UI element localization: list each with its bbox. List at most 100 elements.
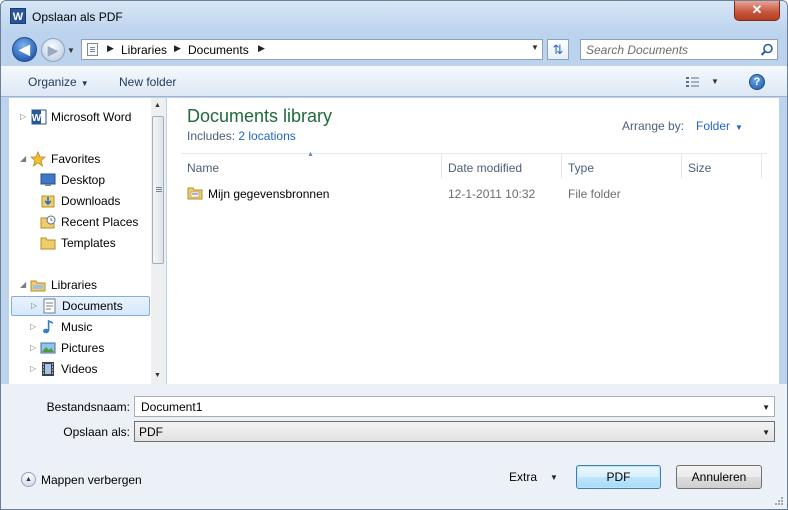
arrange-by-dropdown[interactable]: Folder ▼ <box>696 119 743 133</box>
scroll-grip <box>156 187 162 188</box>
nav-item-label: Downloads <box>61 194 121 208</box>
svg-text:W: W <box>32 113 42 124</box>
column-header-date-modified[interactable]: Date modified <box>448 161 522 175</box>
cancel-button[interactable]: Annuleren <box>676 465 762 489</box>
column-header-size[interactable]: Size <box>688 161 711 175</box>
address-bar[interactable]: ▶ Libraries ▶ Documents ▶ <box>81 39 543 60</box>
includes-label: Includes: <box>187 129 236 143</box>
column-divider[interactable] <box>441 154 442 178</box>
nav-item-downloads[interactable]: Downloads <box>9 191 151 211</box>
organize-button[interactable]: Organize ▼ <box>28 75 89 89</box>
sort-ascending-icon: ▲ <box>307 151 314 158</box>
word-app-icon[interactable]: W <box>10 8 26 24</box>
pictures-icon <box>40 342 56 354</box>
desktop-icon <box>40 173 56 186</box>
nav-pane-scrollbar[interactable]: ▲ ▼ <box>151 98 166 384</box>
save-type-value: PDF <box>139 425 163 439</box>
file-list-pane: Documents library Includes: 2 locations … <box>167 98 779 384</box>
close-button[interactable]: ✕ <box>734 1 780 21</box>
library-includes: Includes: 2 locations <box>187 129 296 143</box>
file-row[interactable]: Mijn gegevensbronnen 12-1-2011 10:32 Fil… <box>181 183 767 205</box>
nav-item-label: Templates <box>61 236 116 250</box>
chevron-down-icon[interactable]: ▼ <box>762 403 770 412</box>
chevron-right-icon[interactable]: ▶ <box>174 43 181 54</box>
folder-icon <box>40 237 56 250</box>
locations-link[interactable]: 2 locations <box>238 129 295 143</box>
chevron-right-icon[interactable]: ▶ <box>107 43 114 54</box>
hide-folders-label: Mappen verbergen <box>41 473 142 487</box>
command-bar: Organize ▼ New folder ▼ ? <box>1 65 787 97</box>
extra-tools-button[interactable]: Extra <box>509 470 537 484</box>
nav-item-label: Libraries <box>51 278 98 292</box>
nav-item-label: Music <box>61 320 93 334</box>
chevron-right-icon[interactable]: ▶ <box>258 43 265 54</box>
nav-item-label: Recent Places <box>61 215 139 229</box>
star-icon <box>30 151 46 167</box>
scroll-down-arrow-icon[interactable]: ▼ <box>154 372 161 379</box>
refresh-button[interactable]: ⇅ <box>547 39 569 60</box>
nav-item-videos[interactable]: ▷ Videos <box>9 359 151 379</box>
nav-item-desktop[interactable]: Desktop <box>9 170 151 190</box>
column-header-row: ▲ Name Date modified Type Size <box>181 151 767 179</box>
nav-item-templates[interactable]: Templates <box>9 233 151 253</box>
title-bar[interactable]: W Opslaan als PDF ✕ <box>1 1 787 33</box>
forward-button[interactable]: ▶ <box>41 38 65 62</box>
window-title: Opslaan als PDF <box>32 10 123 24</box>
chevron-down-icon: ▼ <box>735 123 743 132</box>
help-icon[interactable]: ? <box>749 74 765 90</box>
resize-grip-icon[interactable] <box>774 496 784 506</box>
nav-item-label: Documents <box>62 299 123 313</box>
save-as-dialog: W Opslaan als PDF ✕ ◀ ▶ ▼ ▶ Libraries ▶ … <box>0 0 788 510</box>
nav-item-favorites[interactable]: ◢ Favorites <box>9 149 151 169</box>
column-divider[interactable] <box>681 154 682 178</box>
save-button[interactable]: PDF <box>576 465 661 489</box>
chevron-down-icon[interactable]: ▼ <box>550 473 558 482</box>
nav-item-documents[interactable]: ▷ Documents <box>11 296 150 316</box>
expand-arrow-icon[interactable]: ▷ <box>30 343 36 352</box>
file-date-modified: 12-1-2011 10:32 <box>448 187 536 201</box>
library-title: Documents library <box>187 106 333 126</box>
view-options-dropdown[interactable]: ▼ <box>711 77 719 86</box>
column-divider[interactable] <box>561 154 562 178</box>
expand-arrow-icon[interactable]: ▷ <box>20 112 26 121</box>
collapse-arrow-icon[interactable]: ◢ <box>20 154 26 163</box>
column-header-type[interactable]: Type <box>568 161 594 175</box>
new-folder-button[interactable]: New folder <box>119 75 176 89</box>
recent-pages-dropdown[interactable]: ▼ <box>67 46 75 55</box>
expand-arrow-icon[interactable]: ▷ <box>30 322 36 331</box>
downloads-icon <box>41 195 55 208</box>
nav-item-microsoft-word[interactable]: ▷ W Microsoft Word <box>9 107 151 127</box>
expand-arrow-icon[interactable]: ▷ <box>30 364 36 373</box>
address-history-dropdown[interactable]: ▼ <box>531 43 539 52</box>
address-row: ◀ ▶ ▼ ▶ Libraries ▶ Documents ▶ ▼ ⇅ Sear… <box>1 33 787 65</box>
filename-value: Document1 <box>141 400 203 414</box>
breadcrumb-documents[interactable]: Documents <box>188 43 249 57</box>
navigation-pane: ▷ W Microsoft Word ◢ Favorites Desktop D… <box>9 98 151 384</box>
search-input[interactable]: Search Documents <box>580 39 778 60</box>
documents-icon <box>43 298 56 314</box>
nav-item-label: Favorites <box>51 152 101 166</box>
column-header-name[interactable]: Name <box>187 161 219 175</box>
nav-item-recent-places[interactable]: Recent Places <box>9 212 151 232</box>
arrange-by-value: Folder <box>696 119 731 133</box>
nav-item-label: Videos <box>61 362 98 376</box>
nav-item-pictures[interactable]: ▷ Pictures <box>9 338 151 358</box>
search-icon[interactable] <box>760 43 774 57</box>
back-button[interactable]: ◀ <box>12 37 37 62</box>
change-view-icon[interactable] <box>685 75 701 89</box>
save-type-label: Opslaan als: <box>63 425 130 439</box>
filename-label: Bestandsnaam: <box>46 400 130 414</box>
file-name: Mijn gegevensbronnen <box>208 187 330 201</box>
column-divider[interactable] <box>761 154 762 178</box>
collapse-arrow-icon[interactable]: ◢ <box>20 280 26 289</box>
save-type-select[interactable]: PDF ▼ <box>134 421 775 442</box>
scroll-thumb[interactable] <box>152 116 164 264</box>
filename-field[interactable]: Document1 ▼ <box>134 396 775 417</box>
scroll-up-arrow-icon[interactable]: ▲ <box>154 102 161 109</box>
nav-item-libraries[interactable]: ◢ Libraries <box>9 275 151 295</box>
videos-icon <box>42 362 54 376</box>
nav-item-music[interactable]: ▷ Music <box>9 317 151 337</box>
chevron-down-icon: ▼ <box>762 428 770 437</box>
breadcrumb-libraries[interactable]: Libraries <box>121 43 167 57</box>
expand-arrow-icon[interactable]: ▷ <box>31 301 37 310</box>
